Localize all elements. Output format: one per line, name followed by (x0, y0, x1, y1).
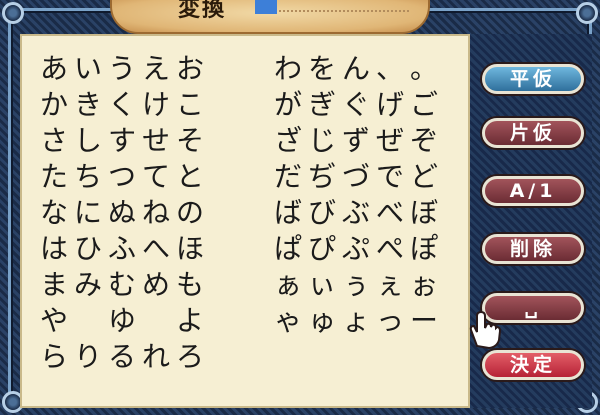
kana-key[interactable]: ぷ (340, 232, 372, 266)
kana-key[interactable]: ぼ (408, 196, 440, 230)
kana-key[interactable]: ゆ (106, 304, 138, 338)
kana-key[interactable]: っ (374, 304, 406, 338)
kana-key[interactable]: ら (38, 340, 70, 374)
kana-key[interactable]: き (72, 88, 104, 122)
kana-key[interactable]: ぺ (374, 232, 406, 266)
delete-button[interactable]: 削除 (482, 234, 584, 264)
kana-key[interactable]: ぎ (306, 88, 338, 122)
kana-key[interactable]: ざ (272, 124, 304, 158)
kana-key[interactable]: じ (306, 124, 338, 158)
katakana-button[interactable]: 片仮 (482, 118, 584, 148)
kana-key[interactable]: つ (106, 160, 138, 194)
kana-key[interactable]: り (72, 340, 104, 374)
kana-key[interactable]: に (72, 196, 104, 230)
kana-key[interactable]: の (174, 196, 206, 230)
kana-key[interactable]: ふ (106, 232, 138, 266)
kana-key[interactable]: ゃ (272, 304, 304, 338)
kana-key[interactable]: ね (140, 196, 172, 230)
kana-key[interactable]: え (140, 52, 172, 86)
kana-key[interactable]: る (106, 340, 138, 374)
kana-key[interactable]: せ (140, 124, 172, 158)
kana-key[interactable]: そ (174, 124, 206, 158)
kana-key[interactable]: ぐ (340, 88, 372, 122)
kana-key[interactable]: ひ (72, 232, 104, 266)
kana-key[interactable]: や (38, 304, 70, 338)
kana-key[interactable]: よ (174, 304, 206, 338)
name-input-cursor (255, 0, 277, 14)
kana-key[interactable]: け (140, 88, 172, 122)
kana-key[interactable]: ろ (174, 340, 206, 374)
kana-key[interactable]: ぴ (306, 232, 338, 266)
kana-key[interactable]: い (72, 52, 104, 86)
kana-key[interactable]: う (106, 52, 138, 86)
kana-key[interactable]: あ (38, 52, 70, 86)
kana-key[interactable]: が (272, 88, 304, 122)
kana-key[interactable]: わ (272, 52, 304, 86)
kana-key[interactable]: た (38, 160, 70, 194)
kana-key[interactable]: ぅ (340, 268, 372, 302)
kana-key[interactable]: し (72, 124, 104, 158)
kana-key[interactable]: ど (408, 160, 440, 194)
kana-key[interactable]: も (174, 268, 206, 302)
kana-key[interactable]: ぞ (408, 124, 440, 158)
kana-key[interactable]: で (374, 160, 406, 194)
kana-key[interactable]: め (140, 268, 172, 302)
page-title: 変換 (178, 0, 227, 22)
kana-key[interactable]: は (38, 232, 70, 266)
kana-key[interactable]: お (174, 52, 206, 86)
kana-key[interactable]: ょ (340, 304, 372, 338)
kana-key[interactable]: ち (72, 160, 104, 194)
kana-key[interactable]: ぢ (306, 160, 338, 194)
kana-key[interactable]: ぁ (272, 268, 304, 302)
kana-key[interactable]: ぬ (106, 196, 138, 230)
pointer-hand-icon (469, 310, 502, 350)
corner-ornament (576, 2, 598, 24)
kana-key[interactable]: ぽ (408, 232, 440, 266)
kana-key[interactable]: む (106, 268, 138, 302)
kana-key[interactable]: ば (272, 196, 304, 230)
kana-key[interactable]: ぃ (306, 268, 338, 302)
kana-key[interactable]: へ (140, 232, 172, 266)
kana-key[interactable]: と (174, 160, 206, 194)
hiragana-button[interactable]: 平仮 (482, 64, 584, 94)
kana-key[interactable]: ー (408, 304, 440, 338)
kana-key[interactable]: こ (174, 88, 206, 122)
kana-key[interactable]: ほ (174, 232, 206, 266)
kana-key[interactable]: み (72, 268, 104, 302)
kana-key[interactable]: く (106, 88, 138, 122)
kana-key[interactable]: 。 (408, 52, 440, 86)
kana-key[interactable]: さ (38, 124, 70, 158)
kana-key[interactable]: ぱ (272, 232, 304, 266)
alnum-button[interactable]: A/1 (482, 176, 584, 206)
confirm-button[interactable]: 決定 (482, 350, 584, 380)
kana-key[interactable]: ま (38, 268, 70, 302)
kana-key[interactable]: て (140, 160, 172, 194)
kana-key[interactable]: な (38, 196, 70, 230)
kana-key[interactable]: ん (340, 52, 372, 86)
kana-key[interactable]: れ (140, 340, 172, 374)
kana-key[interactable]: ぇ (374, 268, 406, 302)
kana-key[interactable]: ぉ (408, 268, 440, 302)
kana-key[interactable]: べ (374, 196, 406, 230)
kana-key[interactable]: ゅ (306, 304, 338, 338)
corner-ornament (2, 2, 24, 24)
kana-key[interactable]: ご (408, 88, 440, 122)
kana-key[interactable]: び (306, 196, 338, 230)
kana-key[interactable]: を (306, 52, 338, 86)
kana-key[interactable]: づ (340, 160, 372, 194)
kana-key[interactable]: ず (340, 124, 372, 158)
kana-key[interactable]: ぜ (374, 124, 406, 158)
kana-key[interactable]: す (106, 124, 138, 158)
kana-key[interactable]: か (38, 88, 70, 122)
kana-key[interactable]: げ (374, 88, 406, 122)
name-input-field[interactable] (279, 10, 409, 12)
kana-key[interactable]: 、 (374, 52, 406, 86)
kana-key[interactable]: だ (272, 160, 304, 194)
kana-key[interactable]: ぶ (340, 196, 372, 230)
